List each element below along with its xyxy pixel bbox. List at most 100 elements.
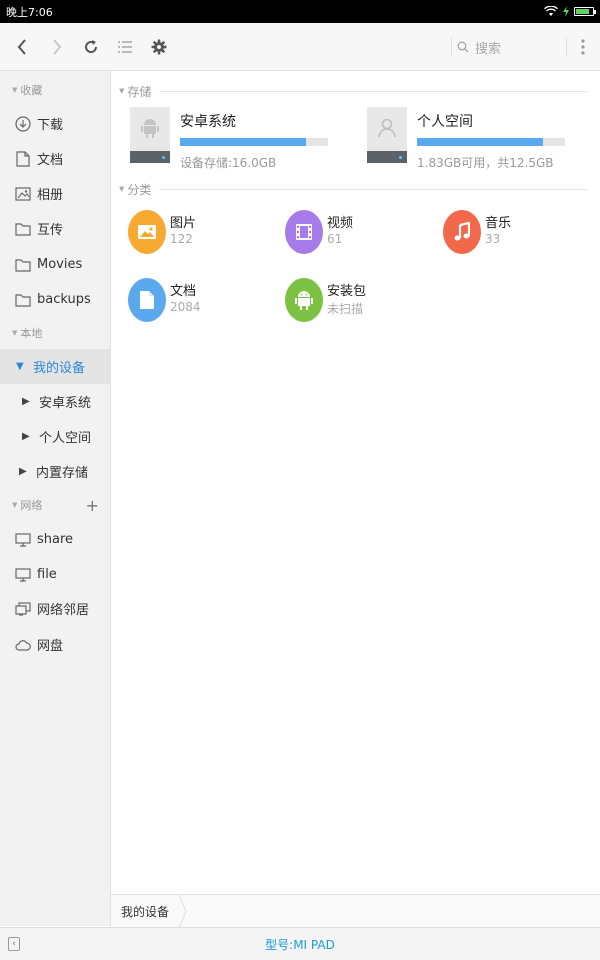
sidebar-item-network-neighborhood[interactable]: 网络邻居 xyxy=(0,591,111,626)
chevron-left-icon: ‹ xyxy=(12,939,16,949)
sidebar-item-label: backups xyxy=(37,292,91,307)
gear-icon xyxy=(151,39,167,55)
battery-icon xyxy=(574,7,594,16)
forward-button[interactable] xyxy=(45,35,69,59)
collapse-sidebar-button[interactable]: ‹ xyxy=(8,937,20,951)
sidebar-item-documents[interactable]: 文档 xyxy=(0,141,111,176)
storage-name: 个人空间 xyxy=(417,111,473,131)
toolbar: 搜索 xyxy=(0,23,600,71)
picture-icon xyxy=(128,210,166,254)
collapse-triangle-icon: ▼ xyxy=(119,87,124,95)
sidebar-item-label: 相册 xyxy=(37,184,63,203)
sidebar-item-backups[interactable]: backups xyxy=(0,282,111,317)
sidebar-item-label: 网络邻居 xyxy=(37,599,89,618)
search-field[interactable]: 搜索 xyxy=(457,35,562,59)
main-content: ▼ 存储 安卓系统 设备存储:16.0GB 个人空间 1.83GB可用，共12.… xyxy=(111,71,600,894)
storage-card-personal-space[interactable]: 个人空间 1.83GB可用，共12.5GB xyxy=(367,107,577,173)
category-count: 122 xyxy=(170,232,193,246)
sidebar-item-movies[interactable]: Movies xyxy=(0,247,111,282)
image-icon xyxy=(15,186,31,202)
collapse-triangle-icon: ▼ xyxy=(12,329,17,337)
sidebar-item-internal-storage[interactable]: ▶ 内置存储 xyxy=(0,454,111,489)
breadcrumb-separator-icon xyxy=(179,895,187,928)
section-divider xyxy=(159,91,587,92)
category-videos[interactable]: 视频 61 xyxy=(285,210,435,260)
folder-icon xyxy=(15,292,31,308)
footer: ‹ 型号:MI PAD xyxy=(0,927,600,960)
storage-info: 设备存储:16.0GB xyxy=(180,154,276,171)
android-icon xyxy=(140,117,160,139)
back-button[interactable] xyxy=(10,35,34,59)
music-note-icon xyxy=(443,210,481,254)
sidebar-item-album[interactable]: 相册 xyxy=(0,176,111,211)
storage-section-header[interactable]: ▼ 存储 xyxy=(119,82,587,100)
more-vertical-icon xyxy=(581,39,585,55)
sidebar-item-label: file xyxy=(37,567,57,582)
sidebar-item-my-device[interactable]: ▼ 我的设备 xyxy=(0,349,111,384)
category-apk[interactable]: 安装包 未扫描 xyxy=(285,278,435,328)
chevron-right-icon xyxy=(51,38,63,56)
sidebar-item-downloads[interactable]: 下载 xyxy=(0,106,111,141)
sidebar-item-label: 互传 xyxy=(37,219,63,238)
list-view-button[interactable] xyxy=(113,35,137,59)
status-bar: 晚上7:06 xyxy=(0,0,600,23)
android-icon xyxy=(285,278,323,322)
sidebar: ▼ 收藏 下载 文档 相册 互传 Movies backups ▼ 本地 ▼ 我… xyxy=(0,71,111,926)
document-icon xyxy=(15,151,31,167)
category-music[interactable]: 音乐 33 xyxy=(443,210,593,260)
storage-usage-bar xyxy=(417,138,565,146)
category-section-header[interactable]: ▼ 分类 xyxy=(119,180,587,198)
local-section-header[interactable]: ▼ 本地 xyxy=(0,321,111,345)
sidebar-item-android-system[interactable]: ▶ 安卓系统 xyxy=(0,384,111,419)
drive-icon xyxy=(130,107,170,163)
sidebar-item-label: 下载 xyxy=(37,114,63,133)
refresh-button[interactable] xyxy=(79,35,103,59)
cloud-icon xyxy=(15,637,31,653)
search-placeholder: 搜索 xyxy=(475,38,501,57)
device-model: 型号:MI PAD xyxy=(265,936,335,953)
collapsed-arrow-icon: ▶ xyxy=(22,396,32,407)
add-network-button[interactable]: + xyxy=(86,496,99,515)
drive-icon xyxy=(367,107,407,163)
path-bar: 我的设备 xyxy=(111,894,600,927)
sidebar-item-label: 个人空间 xyxy=(39,427,91,446)
collapsed-arrow-icon: ▶ xyxy=(19,466,29,477)
sidebar-item-transfer[interactable]: 互传 xyxy=(0,211,111,246)
category-label: 视频 xyxy=(327,212,353,231)
storage-info: 1.83GB可用，共12.5GB xyxy=(417,154,554,171)
wifi-icon xyxy=(544,6,558,17)
collapse-triangle-icon: ▼ xyxy=(12,501,17,509)
sidebar-item-cloud-drive[interactable]: 网盘 xyxy=(0,627,111,662)
section-divider xyxy=(159,189,587,190)
charging-icon xyxy=(563,6,569,17)
expanded-arrow-icon: ▼ xyxy=(16,361,26,372)
category-label: 音乐 xyxy=(485,212,511,231)
chevron-left-icon xyxy=(16,38,28,56)
network-section-header[interactable]: ▼ 网络 + xyxy=(0,493,111,517)
network-neighborhood-icon xyxy=(15,601,31,617)
sidebar-item-file[interactable]: file xyxy=(0,557,111,592)
collapsed-arrow-icon: ▶ xyxy=(22,431,32,442)
person-icon xyxy=(377,117,397,139)
status-time: 晚上7:06 xyxy=(6,4,544,20)
sidebar-item-label: Movies xyxy=(37,257,82,272)
sidebar-item-label: share xyxy=(37,532,73,547)
sidebar-item-share[interactable]: share xyxy=(0,522,111,557)
toolbar-divider xyxy=(451,37,452,57)
category-label: 文档 xyxy=(170,280,196,299)
sidebar-item-personal-space[interactable]: ▶ 个人空间 xyxy=(0,419,111,454)
sidebar-item-label: 文档 xyxy=(37,149,63,168)
favorites-section-header[interactable]: ▼ 收藏 xyxy=(0,78,111,102)
category-pictures[interactable]: 图片 122 xyxy=(128,210,278,260)
storage-card-android-system[interactable]: 安卓系统 设备存储:16.0GB xyxy=(130,107,340,173)
category-label: 图片 xyxy=(170,212,196,231)
system-icons xyxy=(544,6,594,17)
folder-icon xyxy=(15,221,31,237)
more-options-button[interactable] xyxy=(571,35,595,59)
breadcrumb-my-device[interactable]: 我的设备 xyxy=(111,895,179,928)
collapse-triangle-icon: ▼ xyxy=(12,86,17,94)
sidebar-item-label: 我的设备 xyxy=(33,357,85,376)
category-documents[interactable]: 文档 2084 xyxy=(128,278,278,328)
settings-button[interactable] xyxy=(147,35,171,59)
list-view-icon xyxy=(118,41,132,53)
